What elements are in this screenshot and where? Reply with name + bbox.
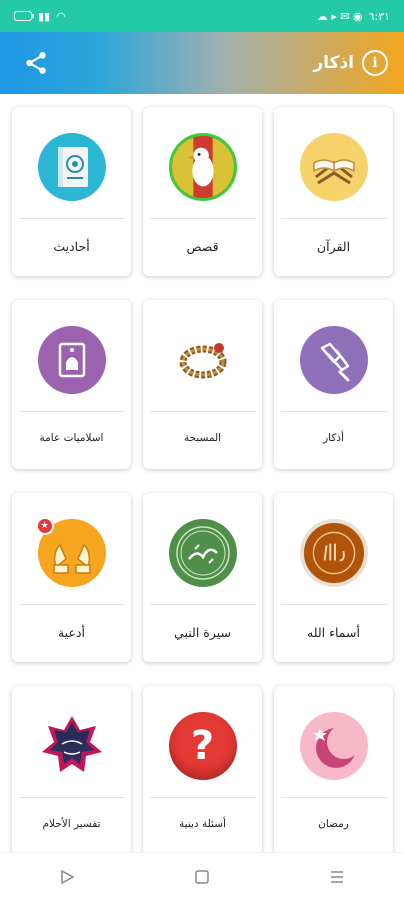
notification-icons: ☁ ▸ ✉ ◉	[316, 9, 363, 23]
card-dream-interpretation[interactable]: تفسير الأحلام	[12, 686, 131, 855]
card-divider	[18, 218, 125, 219]
card-divider	[18, 604, 125, 605]
battery-icon	[14, 11, 34, 21]
status-bar: ▮▮ ◠ ☁ ▸ ✉ ◉ ٦:٣١	[0, 0, 404, 32]
card-label: القرآن	[316, 239, 351, 254]
signal-icon: ▮▮	[38, 9, 51, 23]
star-badge-icon: ★	[35, 517, 54, 535]
recents-button[interactable]	[317, 857, 357, 897]
card-religious-questions[interactable]: ? أسئلة دينية	[143, 686, 262, 855]
card-label: أسئلة دينية	[179, 818, 226, 830]
card-divider	[18, 797, 125, 798]
info-icon: i	[372, 55, 378, 71]
card-divider	[280, 797, 387, 798]
card-hadith[interactable]: أحاديث	[12, 107, 131, 276]
card-label: سيرة النبي	[174, 625, 231, 640]
card-adhkar[interactable]: أذكار	[274, 300, 393, 469]
card-ramadan[interactable]: رمضان	[274, 686, 393, 855]
info-button[interactable]: i	[362, 50, 388, 76]
card-label: رمضان	[318, 818, 349, 830]
muhammad-calligraphy-icon	[168, 519, 237, 587]
card-tasbih[interactable]: المسبحة	[143, 300, 262, 469]
share-button[interactable]	[20, 47, 52, 79]
back-button[interactable]	[47, 857, 87, 897]
card-label: المسبحة	[183, 432, 222, 444]
card-divider	[18, 411, 125, 412]
card-quran[interactable]: القرآن	[274, 107, 393, 276]
question-mark-icon: ?	[168, 712, 237, 780]
card-divider	[149, 604, 256, 605]
dream-star-icon	[37, 712, 106, 780]
card-divider	[149, 797, 256, 798]
recents-lines-icon	[330, 870, 343, 883]
card-label: أحاديث	[53, 239, 90, 254]
bird-icon	[168, 133, 237, 201]
hands-icon	[299, 326, 368, 394]
app-title: اذكار	[313, 53, 354, 73]
app-header: اذكار i	[0, 32, 404, 94]
back-triangle-icon	[61, 869, 75, 884]
card-label: قصص	[186, 239, 219, 254]
home-button[interactable]	[182, 857, 222, 897]
card-divider	[280, 411, 387, 412]
hadith-book-icon	[37, 133, 106, 201]
status-right: ☁ ▸ ✉ ◉ ٦:٣١	[317, 10, 390, 23]
card-divider	[280, 604, 387, 605]
card-divider	[149, 218, 256, 219]
card-label: اسلاميات عامة	[39, 432, 104, 444]
status-time: ٦:٣١	[368, 9, 390, 23]
card-names-of-allah[interactable]: أسماء الله	[274, 493, 393, 662]
card-label: أذكار	[323, 432, 344, 444]
card-divider	[280, 218, 387, 219]
card-duas[interactable]: ★ أدعية	[12, 493, 131, 662]
prayer-beads-icon	[168, 326, 237, 394]
card-label: أسماء الله	[307, 625, 360, 640]
title-wrap: اذكار i	[313, 50, 388, 76]
card-seerah[interactable]: سيرة النبي	[143, 493, 262, 662]
mosque-card-icon	[37, 326, 106, 394]
card-label: تفسير الأحلام	[42, 818, 101, 830]
crescent-star-icon	[299, 712, 368, 780]
allah-calligraphy-icon	[299, 519, 368, 587]
card-stories[interactable]: قصص	[143, 107, 262, 276]
wifi-icon: ◠	[56, 9, 66, 23]
home-square-icon	[195, 869, 209, 884]
system-nav-bar	[0, 852, 404, 900]
status-left: ▮▮ ◠	[14, 10, 66, 23]
share-icon	[26, 52, 46, 74]
card-divider	[149, 411, 256, 412]
card-islamiyat[interactable]: اسلاميات عامة	[12, 300, 131, 469]
quran-book-icon	[299, 133, 368, 201]
praying-hands-icon: ★	[35, 517, 106, 587]
question-glyph: ?	[190, 723, 215, 769]
category-grid: القرآن قصص أحاديث أذكار المسبحة اسلاميات…	[12, 107, 393, 855]
card-label: أدعية	[58, 625, 85, 640]
